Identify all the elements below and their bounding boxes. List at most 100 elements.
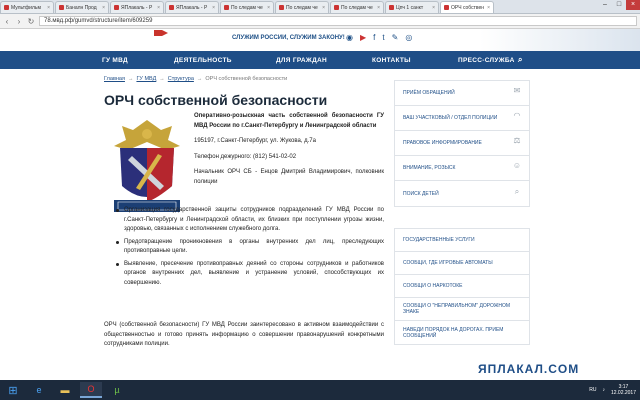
org-name: Оперативно-розыскная часть собственной б…: [194, 113, 384, 129]
site-slogan: СЛУЖИМ РОССИИ, СЛУЖИМ ЗАКОНУ!: [232, 35, 345, 41]
wanted-icon: ☺: [512, 161, 522, 170]
window-controls: – □ ×: [598, 0, 640, 10]
address-bar: ‹ › ↻ 78.мвд.рф/gumvd/structure/item/609…: [0, 14, 640, 29]
bottom-text: ОРЧ (собственной безопасности) ГУ МВД Ро…: [104, 322, 384, 347]
browser-tab[interactable]: ЯПлакаль - Р ×: [110, 1, 164, 13]
tab-favicon-icon: [114, 5, 119, 10]
envelope-icon: ✉: [513, 86, 521, 95]
windows-start-icon[interactable]: ⊞: [2, 382, 24, 398]
browser-tab[interactable]: По следам че ×: [330, 1, 384, 13]
sidebar-item-appeals[interactable]: ПРИЁМ ОБРАЩЕНИЙ ✉: [395, 81, 529, 106]
eye-icon[interactable]: ◉: [346, 33, 353, 42]
twitter-icon[interactable]: t: [382, 33, 384, 42]
breadcrumb-link[interactable]: Главная: [104, 76, 125, 82]
sidebar-link-drugs[interactable]: СООБЩИ О НАРКОТОКЕ: [395, 275, 529, 298]
duties-list: Организация государственной защиты сотру…: [114, 206, 384, 291]
volume-icon[interactable]: ♪: [602, 387, 605, 393]
browser-tab[interactable]: Баналн Прод ×: [55, 1, 109, 13]
nav-item-for-citizens[interactable]: ДЛЯ ГРАЖДАН: [276, 57, 327, 64]
clock[interactable]: 3:17 12.02.2017: [611, 384, 636, 396]
page-title: ОРЧ собственной безопасности: [104, 92, 328, 108]
breadcrumb-link[interactable]: Структура: [168, 76, 194, 82]
org-chief: Начальник ОРЧ СБ - Енцов Дмитрий Владими…: [194, 169, 384, 185]
sidebar-secondary: ГОСУДАРСТВЕННЫЕ УСЛУГИ СООБЩИ, ГДЕ ИГРОВ…: [394, 228, 530, 345]
nav-item-gu-mvd[interactable]: ГУ МВД: [102, 57, 128, 64]
language-indicator[interactable]: RU: [589, 387, 596, 393]
search-icon[interactable]: ⌕: [518, 55, 523, 65]
opera-icon[interactable]: O: [80, 382, 102, 398]
sidebar-link-gambling[interactable]: СООБЩИ, ГДЕ ИГРОВЫЕ АВТОМАТЫ: [395, 252, 529, 275]
nav-item-press[interactable]: ПРЕСС-СЛУЖБА: [458, 57, 515, 64]
tab-favicon-icon: [224, 5, 229, 10]
close-window-button[interactable]: ×: [626, 0, 640, 10]
tab-favicon-icon: [169, 5, 174, 10]
close-icon[interactable]: ×: [212, 5, 215, 11]
minimize-button[interactable]: –: [598, 0, 612, 10]
scales-icon: ⚖: [513, 136, 521, 145]
vk-icon[interactable]: ✎: [392, 33, 399, 42]
close-icon[interactable]: ×: [267, 5, 270, 11]
sidebar-link-road-sign[interactable]: СООБЩИ О "НЕПРАВИЛЬНОМ" ДОРОЖНОМ ЗНАКЕ: [395, 298, 529, 321]
header-map-graphic: [480, 29, 640, 51]
close-icon[interactable]: ×: [377, 5, 380, 11]
social-icons: ◉ ▶ f t ✎ ◎: [346, 33, 412, 42]
search-icon: ⌕: [514, 186, 520, 196]
nav-item-contacts[interactable]: КОНТАКТЫ: [372, 57, 411, 64]
breadcrumb-link[interactable]: ГУ МВД: [136, 76, 156, 82]
nav-item-activity[interactable]: ДЕЯТЕЛЬНОСТЬ: [174, 57, 232, 64]
back-icon[interactable]: ‹: [3, 17, 11, 26]
browser-tab-bar: Мультфильм × Баналн Прод × ЯПлакаль - Р × Я…: [0, 0, 640, 14]
tab-favicon-icon: [59, 5, 64, 10]
browser-tab[interactable]: Мультфильм ×: [0, 1, 54, 13]
forward-icon[interactable]: ›: [15, 17, 23, 26]
browser-tab[interactable]: По следам че ×: [275, 1, 329, 13]
list-item: Выявление, пресечение противоправных дея…: [114, 260, 384, 289]
close-icon[interactable]: ×: [157, 5, 160, 11]
reload-icon[interactable]: ↻: [27, 17, 35, 26]
url-input[interactable]: 78.мвд.рф/gumvd/structure/item/609259: [39, 16, 637, 26]
close-icon[interactable]: ×: [322, 5, 325, 11]
close-icon[interactable]: ×: [102, 5, 105, 11]
list-item: Организация государственной защиты сотру…: [114, 206, 384, 235]
emblem-icon: [114, 120, 180, 212]
tab-favicon-icon: [444, 5, 449, 10]
ie-icon[interactable]: e: [28, 382, 50, 398]
browser-tab[interactable]: Цпч 1 санкт ×: [385, 1, 439, 13]
tab-favicon-icon: [279, 5, 284, 10]
tab-favicon-icon: [4, 5, 9, 10]
list-item: Предотвращение проникновения в органы вн…: [114, 238, 384, 257]
org-info: Оперативно-розыскная часть собственной б…: [194, 112, 384, 193]
police-cap-icon: ◠: [513, 111, 521, 120]
close-icon[interactable]: ×: [432, 5, 435, 11]
facebook-icon[interactable]: f: [373, 33, 375, 42]
sidebar: ПРИЁМ ОБРАЩЕНИЙ ✉ ВАШ УЧАСТКОВЫЙ / ОТДЕЛ …: [394, 80, 530, 207]
sidebar-item-legal-info[interactable]: ПРАВОВОЕ ИНФОРМИРОВАНИЕ ⚖: [395, 131, 529, 156]
watermark: ЯПЛАКАЛ.COM: [478, 362, 580, 376]
close-icon[interactable]: ×: [487, 5, 490, 11]
maximize-button[interactable]: □: [612, 0, 626, 10]
system-tray: RU ♪ 3:17 12.02.2017: [589, 381, 636, 399]
close-icon[interactable]: ×: [47, 5, 50, 11]
sidebar-item-district-officer[interactable]: ВАШ УЧАСТКОВЫЙ / ОТДЕЛ ПОЛИЦИИ ◠: [395, 106, 529, 131]
breadcrumb: Главная → ГУ МВД → Структура → ОРЧ собст…: [104, 76, 287, 82]
youtube-icon[interactable]: ▶: [360, 33, 366, 42]
odnoklassniki-icon[interactable]: ◎: [405, 33, 412, 42]
breadcrumb-separator: →: [196, 76, 203, 82]
browser-tab[interactable]: По следам че ×: [220, 1, 274, 13]
sidebar-item-wanted[interactable]: ВНИМАНИЕ, РОЗЫСК ☺: [395, 156, 529, 181]
main-nav: ГУ МВД ДЕЯТЕЛЬНОСТЬ ДЛЯ ГРАЖДАН КОНТАКТЫ…: [0, 51, 640, 69]
browser-tab-active[interactable]: ОРЧ собствен ×: [440, 1, 494, 13]
tab-favicon-icon: [334, 5, 339, 10]
breadcrumb-current: ОРЧ собственной безопасности: [205, 76, 288, 82]
sidebar-item-child-search[interactable]: ПОИСК ДЕТЕЙ ⌕: [395, 181, 529, 206]
org-phone: Телефон дежурного: (812) 541-02-02: [194, 153, 297, 160]
breadcrumb-separator: →: [159, 76, 165, 82]
tab-favicon-icon: [389, 5, 394, 10]
browser-tab[interactable]: ЯПлакаль - Р ×: [165, 1, 219, 13]
sidebar-link-road-order[interactable]: НАВЕДИ ПОРЯДОК НА ДОРОГАХ. ПРИЕМ СООБЩЕН…: [395, 321, 529, 344]
folder-icon[interactable]: ▬: [54, 382, 76, 398]
sidebar-link-gov-services[interactable]: ГОСУДАРСТВЕННЫЕ УСЛУГИ: [395, 229, 529, 252]
torrent-icon[interactable]: µ: [106, 382, 128, 398]
taskbar: ⊞ e ▬ O µ: [0, 380, 640, 400]
site-logo-icon[interactable]: [152, 29, 172, 37]
